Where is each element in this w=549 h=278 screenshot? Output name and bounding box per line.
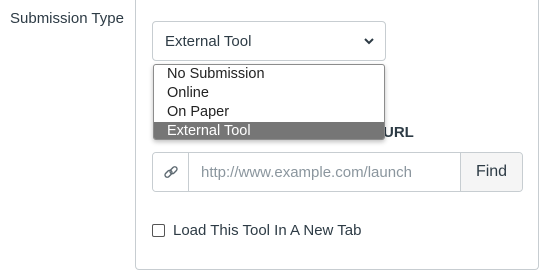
url-label: URL (383, 124, 414, 141)
chevron-down-icon (364, 38, 374, 45)
submission-type-dropdown: No Submission Online On Paper External T… (153, 64, 385, 140)
find-button[interactable]: Find (460, 153, 522, 191)
dropdown-option-online[interactable]: Online (154, 84, 384, 103)
new-tab-checkbox-label: Load This Tool In A New Tab (173, 222, 362, 239)
url-input-group: Find (152, 152, 523, 192)
link-icon (153, 153, 189, 191)
dropdown-option-on-paper[interactable]: On Paper (154, 103, 384, 122)
submission-type-label: Submission Type (10, 10, 124, 27)
url-input[interactable] (189, 153, 460, 191)
submission-type-select[interactable]: External Tool (152, 21, 386, 61)
dropdown-option-external-tool[interactable]: External Tool (154, 122, 384, 139)
submission-type-select-value: External Tool (165, 32, 252, 50)
new-tab-checkbox[interactable] (152, 224, 165, 237)
new-tab-checkbox-row[interactable]: Load This Tool In A New Tab (152, 222, 361, 239)
dropdown-option-no-submission[interactable]: No Submission (154, 65, 384, 84)
